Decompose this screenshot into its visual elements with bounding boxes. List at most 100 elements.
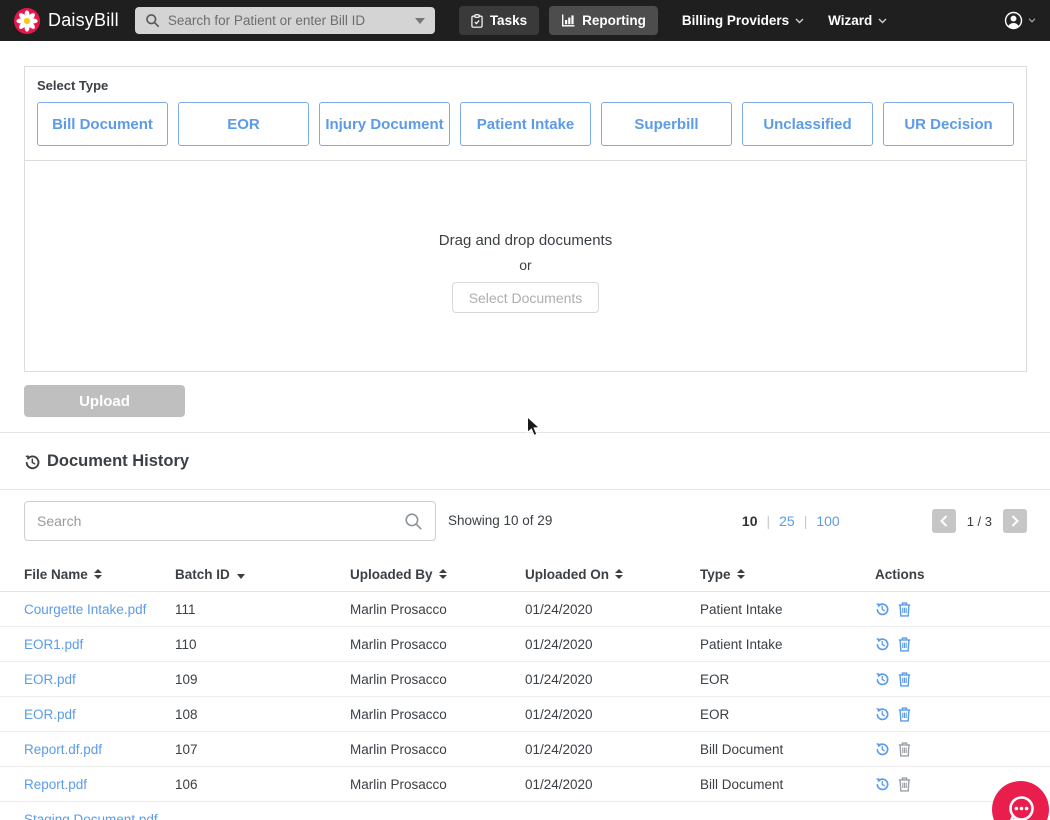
global-search-input[interactable] [167,13,407,28]
chevron-right-icon [1011,515,1019,527]
uploaded-by-cell: Marlin Prosacco [350,741,447,757]
tasks-button[interactable]: Tasks [458,6,540,35]
column-header-file-name[interactable]: File Name [24,567,175,582]
page-size-selector: 10 | 25 | 100 [742,513,840,529]
uploaded-by-cell: Marlin Prosacco [350,636,447,652]
history-search[interactable] [24,501,436,541]
table-row: Courgette Intake.pdf 111 Marlin Prosacco… [0,592,1050,627]
section-divider [0,489,1050,490]
page-size-separator: | [766,513,771,529]
showing-count: Showing 10 of 29 [448,513,553,528]
history-icon[interactable] [875,637,889,651]
type-button-superbill[interactable]: Superbill [601,102,732,146]
chevron-down-icon [878,18,887,23]
sort-icon [93,569,102,579]
file-name-link[interactable]: Report.df.pdf [24,742,102,757]
type-button-unclassified[interactable]: Unclassified [742,102,873,146]
type-button-eor[interactable]: EOR [178,102,309,146]
uploaded-by-cell: Marlin Prosacco [350,776,447,792]
document-history-title: Document History [47,452,190,470]
history-icon[interactable] [875,707,889,721]
batch-id-cell: 109 [175,671,198,687]
page-size-25[interactable]: 25 [779,513,795,529]
column-header-actions: Actions [875,566,925,582]
upload-button[interactable]: Upload [24,385,185,417]
file-name-link[interactable]: Report.pdf [24,777,87,792]
table-row: Report.pdf 106 Marlin Prosacco 01/24/202… [0,767,1050,802]
chat-bubble-icon [1008,795,1034,820]
type-button-bill-document[interactable]: Bill Document [37,102,168,146]
history-icon[interactable] [875,672,889,686]
global-search[interactable] [134,7,435,34]
uploaded-by-cell: Marlin Prosacco [350,671,447,687]
table-row: Report.df.pdf 107 Marlin Prosacco 01/24/… [0,732,1050,767]
column-header-type[interactable]: Type [700,567,875,582]
sort-icon [615,569,623,579]
page-size-separator: | [803,513,808,529]
billing-providers-menu[interactable]: Billing Providers [682,13,804,28]
brand-logo[interactable]: DaisyBill [14,7,119,34]
select-documents-button[interactable]: Select Documents [452,282,599,313]
document-dropzone[interactable]: Drag and drop documents or Select Docume… [25,161,1026,384]
dropzone-or-text: or [519,257,532,273]
dropzone-title: Drag and drop documents [438,232,613,249]
column-header-uploaded-by[interactable]: Uploaded By [350,567,525,582]
reporting-button[interactable]: Reporting [549,6,658,35]
file-name-link[interactable]: EOR1.pdf [24,637,83,652]
trash-icon[interactable] [898,671,911,687]
table-row: EOR.pdf 109 Marlin Prosacco 01/24/2020 E… [0,662,1050,697]
history-search-input[interactable] [37,513,404,529]
table-row: EOR1.pdf 110 Marlin Prosacco 01/24/2020 … [0,627,1050,662]
uploaded-on-cell: 01/24/2020 [525,601,593,617]
history-icon[interactable] [875,777,889,791]
uploaded-on-cell: 01/24/2020 [525,636,593,652]
type-button-row: Bill Document EOR Injury Document Patient I… [37,102,1014,146]
trash-icon[interactable] [898,601,911,617]
file-name-link[interactable]: EOR.pdf [24,707,76,722]
user-avatar-icon [1004,11,1023,30]
select-type-label: Select Type [37,78,109,93]
type-button-ur-decision[interactable]: UR Decision [883,102,1014,146]
row-actions [875,671,1050,687]
user-account-menu[interactable] [1004,11,1036,30]
type-cell: EOR [700,671,730,687]
chevron-down-icon [795,18,804,23]
batch-id-cell: 111 [175,601,196,617]
page-size-10[interactable]: 10 [742,513,758,529]
type-button-patient-intake[interactable]: Patient Intake [460,102,591,146]
row-actions [875,636,1050,652]
type-button-injury-document[interactable]: Injury Document [319,102,450,146]
sort-icon [438,569,447,579]
bar-chart-icon [562,14,575,27]
sort-desc-icon [236,573,245,579]
mouse-cursor [526,415,541,442]
row-actions [875,601,1050,617]
sort-icon [736,569,745,579]
column-header-batch-id[interactable]: Batch ID [175,567,350,582]
file-name-link[interactable]: EOR.pdf [24,672,76,687]
file-name-link[interactable]: Staging Document.pdf [24,812,158,820]
history-icon[interactable] [875,742,889,756]
type-cell: Patient Intake [700,601,783,617]
search-icon [145,14,160,28]
column-header-uploaded-on[interactable]: Uploaded On [525,567,700,582]
row-actions [875,706,1050,722]
page-indicator: 1 / 3 [966,513,992,529]
trash-icon[interactable] [898,706,911,722]
trash-icon[interactable] [898,636,911,652]
top-navbar: DaisyBill Tasks Re [0,0,1050,41]
next-page-button[interactable] [1003,509,1027,533]
history-icon[interactable] [875,602,889,616]
batch-id-cell: 106 [175,776,198,792]
pagination-controls: 10 | 25 | 100 1 / 3 [742,509,1027,533]
batch-id-cell: 107 [175,741,198,757]
previous-page-button[interactable] [931,509,956,533]
trash-icon [898,741,911,757]
table-body: Courgette Intake.pdf 111 Marlin Prosacco… [0,592,1050,820]
type-cell: Patient Intake [700,636,783,652]
search-dropdown-caret-icon[interactable] [414,17,425,24]
file-name-link[interactable]: Courgette Intake.pdf [24,602,146,617]
wizard-menu[interactable]: Wizard [828,13,887,28]
page-size-100[interactable]: 100 [816,513,839,529]
table-header: File Name Batch ID Uploaded By Uploaded On T… [0,557,1050,592]
